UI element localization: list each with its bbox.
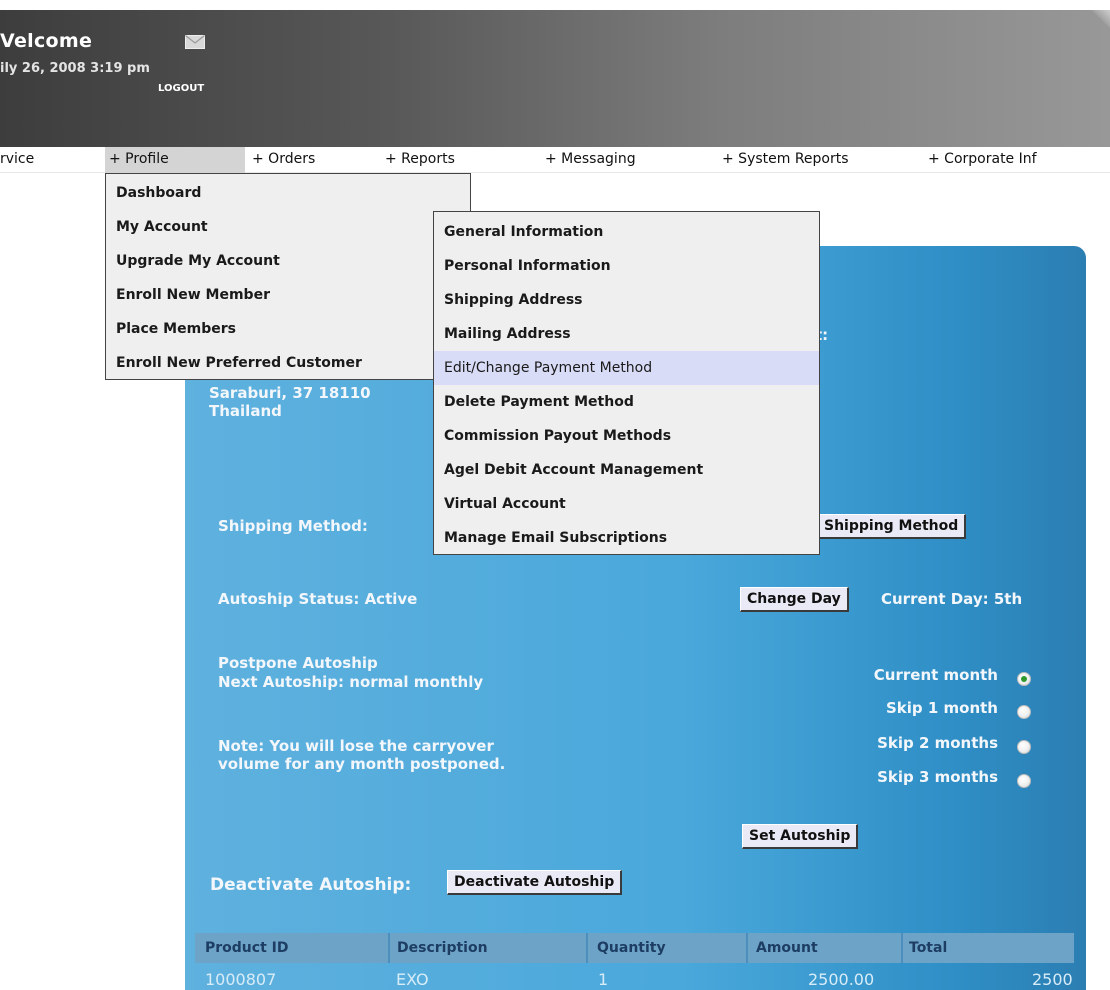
cell-total: 2500	[1032, 970, 1073, 989]
col-quantity: Quantity	[597, 940, 666, 956]
option-skip-1-radio[interactable]	[1017, 705, 1031, 719]
header-corner-decoration	[1090, 10, 1110, 30]
cell-amount: 2500.00	[808, 970, 875, 989]
option-current-month-label: Current month	[873, 666, 998, 684]
cell-product-id: 1000807	[205, 970, 277, 989]
submenu-item-delete-payment-method[interactable]: Delete Payment Method	[434, 385, 819, 419]
option-skip-2-radio[interactable]	[1017, 740, 1031, 754]
nav-item-messaging[interactable]: + Messaging	[545, 151, 636, 167]
col-product-id: Product ID	[205, 940, 289, 956]
col-amount: Amount	[756, 940, 818, 956]
submenu-item-email-subscriptions[interactable]: Manage Email Subscriptions	[434, 521, 819, 555]
profile-dropdown-menu: Dashboard My Account Upgrade My Account …	[105, 173, 471, 380]
nav-item-orders[interactable]: + Orders	[252, 151, 315, 167]
column-divider	[586, 933, 588, 963]
logout-link[interactable]: LOGOUT	[158, 83, 204, 94]
note-line-2: volume for any month postponed.	[218, 755, 506, 773]
col-description: Description	[397, 940, 488, 956]
submenu-item-virtual-account[interactable]: Virtual Account	[434, 487, 819, 521]
option-current-month-radio[interactable]	[1017, 672, 1031, 686]
cell-quantity: 1	[598, 970, 609, 989]
option-skip-3-label: Skip 3 months	[877, 768, 998, 786]
menu-item-upgrade-account[interactable]: Upgrade My Account	[106, 244, 470, 278]
deactivate-autoship-label: Deactivate Autoship:	[210, 875, 412, 895]
column-divider	[388, 933, 390, 963]
address-line-2: Thailand	[209, 402, 282, 420]
submenu-item-debit-account[interactable]: Agel Debit Account Management	[434, 453, 819, 487]
products-table-header: Product ID Description Quantity Amount T…	[195, 933, 1074, 963]
change-day-button[interactable]: Change Day	[740, 587, 849, 612]
nav-item-profile[interactable]: + Profile	[105, 147, 245, 173]
submenu-item-shipping-address[interactable]: Shipping Address	[434, 283, 819, 317]
cell-description: EXO	[396, 970, 429, 989]
submenu-item-personal-information[interactable]: Personal Information	[434, 249, 819, 283]
nav-item-corporate-info[interactable]: + Corporate Inf	[928, 151, 1037, 167]
set-autoship-button[interactable]: Set Autoship	[742, 824, 859, 849]
current-day: Current Day: 5th	[881, 590, 1023, 608]
postpone-autoship-title: Postpone Autoship	[218, 654, 378, 672]
col-total: Total	[909, 940, 948, 956]
next-autoship: Next Autoship: normal monthly	[218, 673, 484, 691]
menu-item-dashboard[interactable]: Dashboard	[106, 176, 470, 210]
submenu-item-commission-payout[interactable]: Commission Payout Methods	[434, 419, 819, 453]
nav-item-service[interactable]: rvice	[0, 151, 34, 167]
option-skip-1-label: Skip 1 month	[885, 699, 998, 717]
my-account-submenu: General Information Personal Information…	[433, 211, 820, 555]
menu-item-enroll-preferred-customer[interactable]: Enroll New Preferred Customer	[106, 346, 470, 380]
submenu-item-mailing-address[interactable]: Mailing Address	[434, 317, 819, 351]
address-line-1: Saraburi, 37 18110	[209, 384, 371, 402]
header-bar: Velcome ily 26, 2008 3:19 pm LOGOUT	[0, 10, 1110, 147]
nav-item-reports[interactable]: + Reports	[385, 151, 455, 167]
nav-item-system-reports[interactable]: + System Reports	[722, 151, 849, 167]
menu-item-my-account[interactable]: My Account	[106, 210, 470, 244]
main-nav: rvice + Profile + Orders + Reports + Mes…	[0, 147, 1110, 173]
menu-item-enroll-member[interactable]: Enroll New Member	[106, 278, 470, 312]
column-divider	[901, 933, 903, 963]
submenu-item-edit-payment-method[interactable]: Edit/Change Payment Method	[434, 351, 819, 385]
date-time: ily 26, 2008 3:19 pm	[0, 61, 150, 76]
submenu-item-general-information[interactable]: General Information	[434, 215, 819, 249]
welcome-text: Velcome	[0, 30, 93, 52]
option-skip-3-radio[interactable]	[1017, 774, 1031, 788]
mail-icon[interactable]	[185, 35, 205, 49]
autoship-status: Autoship Status: Active	[218, 590, 418, 608]
menu-item-place-members[interactable]: Place Members	[106, 312, 470, 346]
shipping-method-label: Shipping Method:	[218, 517, 368, 535]
deactivate-autoship-button[interactable]: Deactivate Autoship	[447, 870, 623, 895]
column-divider	[746, 933, 748, 963]
note-line-1: Note: You will lose the carryover	[218, 737, 494, 755]
option-skip-2-label: Skip 2 months	[877, 734, 998, 752]
shipping-method-button[interactable]: Shipping Method	[817, 514, 967, 539]
